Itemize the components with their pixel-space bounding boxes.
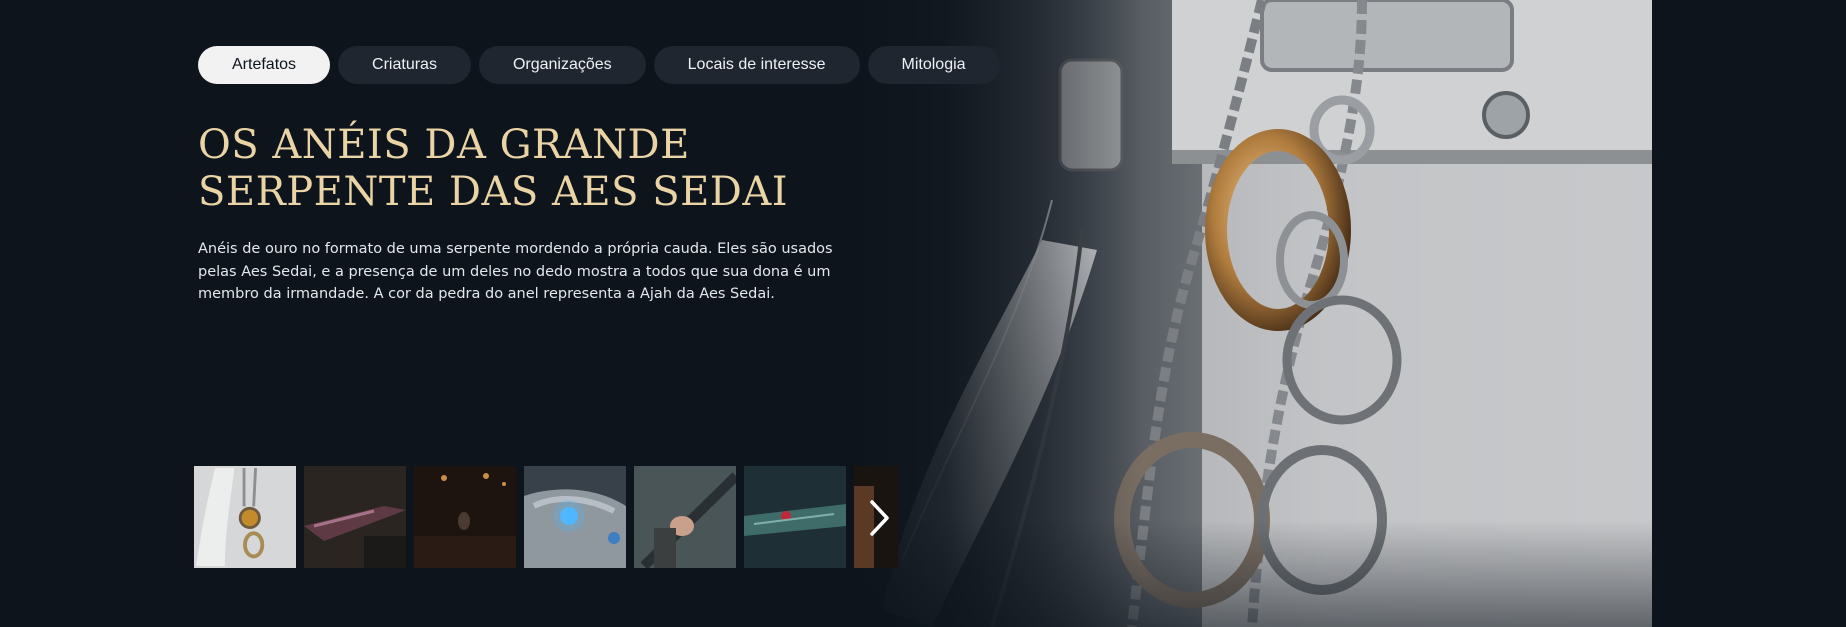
article-title-line-1: OS ANÉIS DA GRANDE [198,122,690,168]
category-tabs: Artefatos Criaturas Organizações Locais … [198,46,1000,84]
article-title: OS ANÉIS DA GRANDE SERPENTE DAS AES SEDA… [198,122,838,216]
tab-mitologia[interactable]: Mitologia [867,46,1000,84]
chevron-right-icon [870,500,889,536]
thumbnail-dark-hall[interactable] [414,466,516,568]
thumbnail-glowing-stone[interactable] [524,466,626,568]
thumbnail-dagger[interactable] [304,466,406,568]
tab-locais-de-interesse[interactable]: Locais de interesse [653,46,860,84]
tab-artefatos[interactable]: Artefatos [198,46,331,84]
hero-image [842,0,1652,627]
tab-organizacoes[interactable]: Organizações [478,46,646,84]
thumbnail-carousel [194,466,898,570]
carousel-next-button[interactable] [860,498,900,538]
thumbnail-jeweled-dagger[interactable] [744,466,846,568]
article-description: Anéis de ouro no formato de uma serpente… [198,241,833,302]
thumbnail-rings[interactable] [194,466,296,568]
tab-criaturas[interactable]: Criaturas [338,46,471,84]
thumbnail-staff[interactable] [634,466,736,568]
article-title-line-2: SERPENTE DAS AES SEDAI [198,169,789,215]
